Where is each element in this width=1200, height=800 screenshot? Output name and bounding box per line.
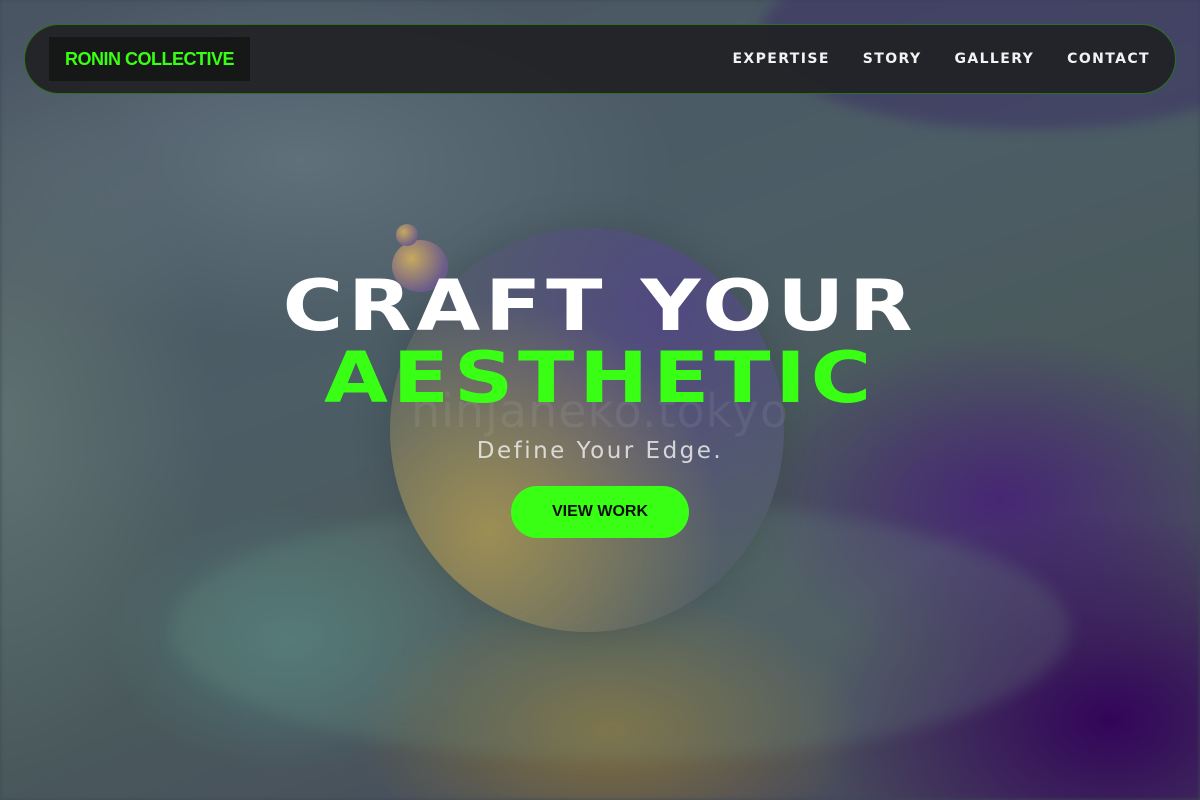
nav-link-story[interactable]: STORY <box>863 51 922 67</box>
background-orb-tiny <box>396 224 418 246</box>
hero-title: CRAFT YOUR AESTHETIC <box>0 270 1200 414</box>
nav-links: EXPERTISE STORY GALLERY CONTACT <box>732 51 1150 67</box>
top-navigation: RONIN COLLECTIVE EXPERTISE STORY GALLERY… <box>24 24 1176 94</box>
brand-logo[interactable]: RONIN COLLECTIVE <box>49 37 251 81</box>
hero-title-line-1: CRAFT YOUR <box>282 265 918 347</box>
hero-title-line-2: AESTHETIC <box>324 337 876 419</box>
hero-section: CRAFT YOUR AESTHETIC Define Your Edge. V… <box>0 270 1200 538</box>
nav-link-gallery[interactable]: GALLERY <box>954 51 1034 67</box>
view-work-button[interactable]: VIEW WORK <box>511 486 689 538</box>
hero-subtitle: Define Your Edge. <box>476 438 724 464</box>
nav-link-expertise[interactable]: EXPERTISE <box>732 51 829 67</box>
page: ninjaneko.tokyo RONIN COLLECTIVE EXPERTI… <box>0 0 1200 800</box>
nav-link-contact[interactable]: CONTACT <box>1067 51 1150 67</box>
